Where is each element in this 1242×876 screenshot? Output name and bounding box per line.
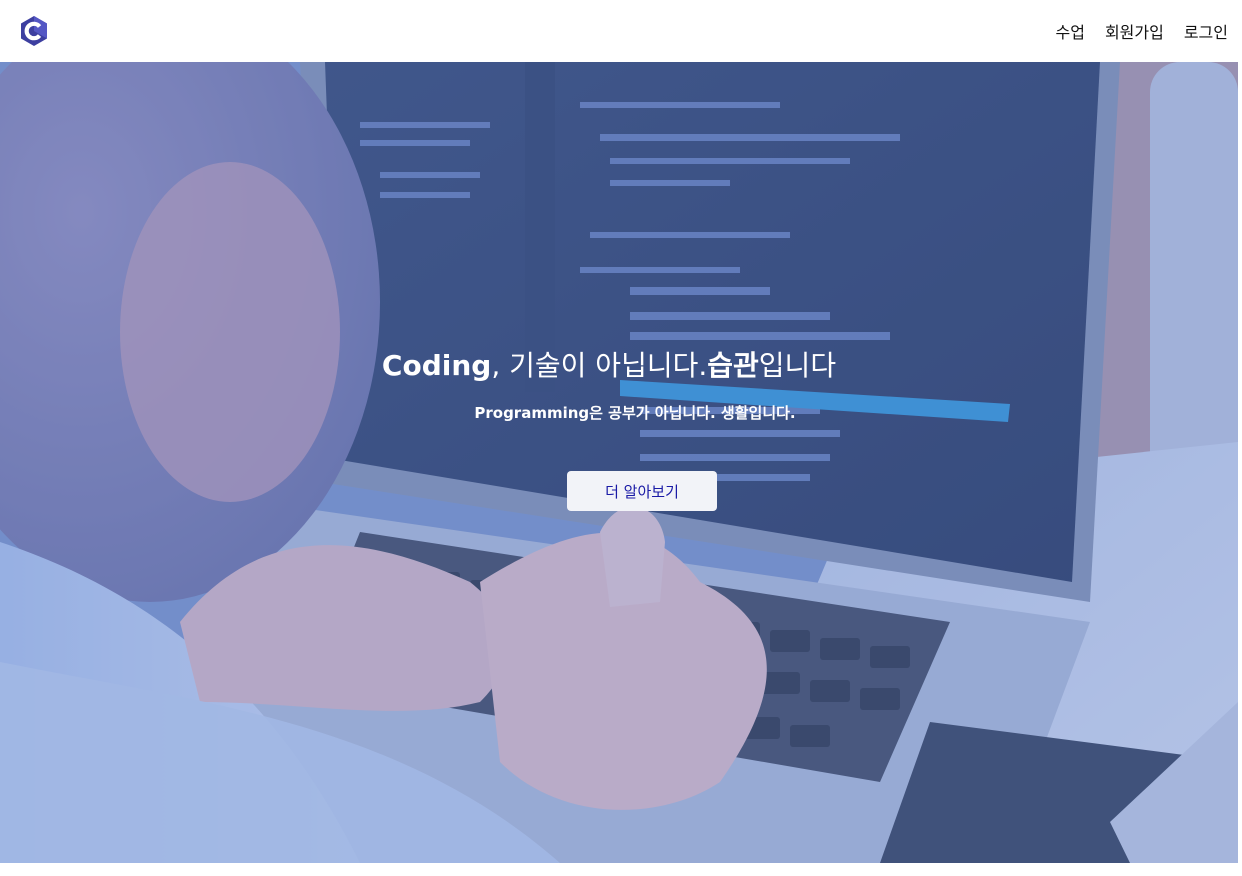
nav-link-login[interactable]: 로그인 — [1184, 19, 1228, 43]
subline-rest: 은 공부가 아닙니다. 생활입니다. — [589, 404, 796, 422]
c-hexagon-logo-icon[interactable] — [18, 15, 50, 47]
nav-link-signup[interactable]: 회원가입 — [1105, 19, 1164, 43]
hero-subline: Programming은 공부가 아닙니다. 생활입니다. — [0, 401, 1238, 425]
hero-content: Coding, 기술이 아닙니다.습관입니다 Programming은 공부가 … — [0, 62, 1238, 863]
top-navbar: 수업 회원가입 로그인 — [0, 0, 1242, 62]
headline-not-a-skill: , 기술이 아닙니다. — [491, 349, 708, 382]
main-nav: 수업 회원가입 로그인 — [1055, 19, 1228, 43]
headline-coding: Coding — [381, 349, 492, 382]
hero-banner: Coding, 기술이 아닙니다.습관입니다 Programming은 공부가 … — [0, 62, 1238, 863]
headline-habit: 습관 — [707, 349, 759, 382]
headline-is: 입니다 — [758, 349, 837, 382]
hero-headline: Coding, 기술이 아닙니다.습관입니다 — [0, 346, 1218, 386]
nav-link-classes[interactable]: 수업 — [1055, 19, 1084, 43]
subline-programming: Programming — [474, 404, 590, 422]
learn-more-button[interactable]: 더 알아보기 — [567, 471, 717, 511]
